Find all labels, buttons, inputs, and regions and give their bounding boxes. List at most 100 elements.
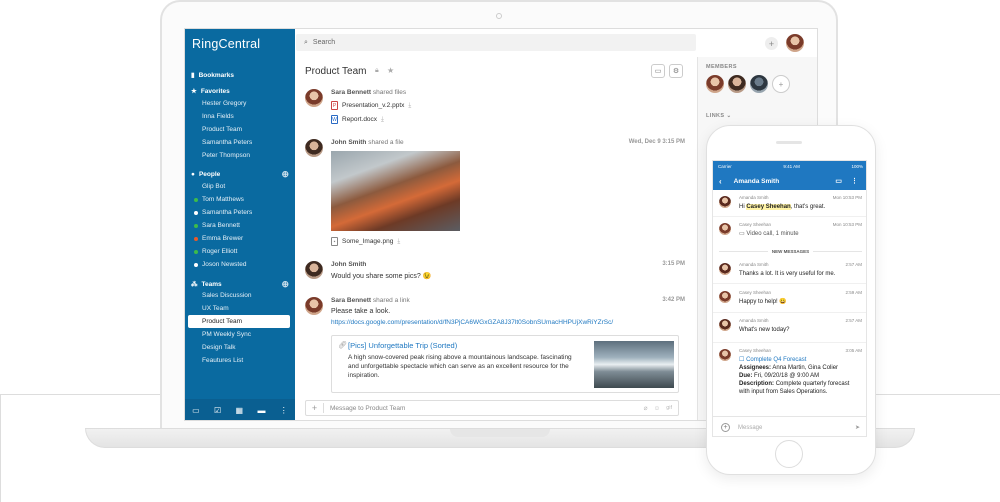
back-chevron-icon[interactable]: ‹ — [719, 177, 722, 186]
paperclip-icon[interactable]: ⌀ — [644, 404, 648, 412]
section-teams[interactable]: ⁂ Teams ⊕ — [191, 279, 289, 290]
sidebar-item-team[interactable]: Sales Discussion — [202, 292, 252, 299]
sidebar-item-person[interactable]: Emma Brewer — [194, 235, 243, 242]
video-call-icon: ▭ — [739, 231, 745, 237]
link-preview-title[interactable]: [Pics] Unforgettable Trip (Sorted) — [348, 341, 457, 350]
message-author: John Smith — [331, 139, 367, 146]
download-icon[interactable]: ⤓ — [381, 116, 384, 124]
message: John Smith shared a file Wed, Dec 9 3:15… — [305, 139, 685, 254]
send-icon[interactable]: ➤ — [855, 424, 860, 431]
avatar — [719, 196, 731, 208]
phone-message-time: 2:57 AM — [845, 262, 862, 267]
wink-emoji: 😉 — [422, 273, 432, 280]
sidebar-item-favorite[interactable]: Hester Gregory — [202, 100, 246, 107]
phone-message-time: 2:57 AM — [845, 318, 862, 323]
message-composer[interactable]: + Message to Product Team ⌀ ☺ gif — [305, 400, 679, 416]
member-avatar[interactable] — [728, 75, 746, 93]
link-preview-description: A high snow-covered peak rising above a … — [348, 354, 572, 379]
sidebar-item-team[interactable]: Design Talk — [202, 344, 235, 351]
video-call-button[interactable]: ▭ — [651, 64, 665, 78]
person-icon: ● — [191, 171, 195, 178]
attachment[interactable]: P Presentation_v.2.pptx ⤓ — [331, 101, 411, 110]
sidebar-item-team[interactable]: Feautures List — [202, 357, 243, 364]
phone-message-time: 2:59 AM — [845, 290, 862, 295]
sidebar-item-person[interactable]: Roger Elliott — [194, 248, 237, 255]
shared-link[interactable]: https://docs.google.com/presentation/d/f… — [331, 319, 613, 326]
message: John Smith 3:15 PM Would you share some … — [305, 261, 685, 289]
presence-dot — [194, 236, 198, 241]
download-icon[interactable]: ⤓ — [397, 238, 400, 246]
phone-chat-title[interactable]: Amanda Smith — [734, 178, 780, 185]
search-icon: ⌕ — [304, 38, 308, 46]
attach-plus-icon[interactable]: + — [306, 403, 324, 413]
phone-composer[interactable]: + Message ➤ — [713, 416, 866, 436]
sidebar-item-person[interactable]: Sara Bennett — [194, 222, 240, 229]
task-due: Fri, 09/20/18 @ 9:00 AM — [754, 373, 820, 379]
add-icon[interactable]: + — [721, 423, 730, 432]
member-avatar[interactable] — [750, 75, 768, 93]
attachment[interactable]: ▪ Some_Image.png ⤓ — [331, 237, 400, 246]
message-author: Sara Bennett — [331, 89, 372, 96]
add-member-icon[interactable]: + — [772, 75, 790, 93]
avatar — [305, 297, 323, 315]
sidebar-item-team-selected[interactable]: Product Team — [202, 318, 242, 325]
chevron-down-icon: ⌄ — [726, 113, 732, 119]
section-favorites[interactable]: ★ Favorites — [191, 87, 230, 96]
mention-highlight[interactable]: Casey Sheehan — [746, 204, 791, 210]
sidebar-item-favorite[interactable]: Samantha Peters — [202, 139, 252, 146]
gif-icon[interactable]: gif — [666, 405, 672, 411]
user-avatar[interactable] — [786, 34, 804, 52]
phone-status-bar: Carrier 9:41 AM 100% — [713, 161, 866, 172]
presence-dot — [194, 262, 198, 267]
links-label[interactable]: LINKS ⌄ — [706, 113, 731, 119]
task-checkbox-icon[interactable]: ☐ — [739, 357, 744, 363]
task-title[interactable]: ☐ Complete Q4 Forecast — [739, 356, 806, 364]
sidebar-item-person[interactable]: Samantha Peters — [194, 209, 252, 216]
search-input[interactable]: ⌕ Search — [296, 34, 696, 51]
more-icon[interactable]: ⋮ — [851, 177, 858, 185]
phone-message-time: 3:05 AM — [845, 348, 862, 353]
more-icon[interactable]: ⋮ — [280, 406, 288, 415]
sidebar-item-person[interactable]: Tom Matthews — [194, 196, 244, 203]
laptop-camera — [496, 13, 502, 19]
download-icon[interactable]: ⤓ — [408, 102, 411, 110]
add-team-icon[interactable]: ⊕ — [281, 279, 289, 290]
sidebar-item-person[interactable]: Glip Bot — [202, 183, 225, 190]
inbox-icon[interactable]: ▭ — [192, 406, 200, 415]
phone-home-button[interactable] — [775, 440, 803, 468]
sidebar-item-favorite[interactable]: Product Team — [202, 126, 242, 133]
pptx-file-icon: P — [331, 101, 338, 110]
tasks-icon[interactable]: ☑ — [214, 406, 221, 415]
lock-icon: 🔒︎ — [375, 67, 379, 74]
settings-button[interactable]: ⚙ — [669, 64, 683, 78]
shared-image-thumbnail[interactable] — [331, 151, 460, 231]
sidebar-item-favorite[interactable]: Inna Fields — [202, 113, 234, 120]
phone-speaker — [776, 141, 802, 144]
add-person-icon[interactable]: ⊕ — [281, 169, 289, 180]
message-time: 3:42 PM — [662, 297, 685, 303]
calendar-icon[interactable]: ▦ — [236, 406, 244, 415]
attachment[interactable]: W Report.docx ⤓ — [331, 115, 384, 124]
new-action-button[interactable]: + — [765, 37, 778, 50]
video-icon[interactable]: ▭ — [835, 177, 842, 185]
presence-dot — [194, 223, 198, 228]
sidebar-bottom-bar: ▭ ☑ ▦ ▬ ⋮ — [185, 399, 295, 420]
section-people[interactable]: ● People ⊕ — [191, 169, 289, 180]
sidebar-item-favorite[interactable]: Peter Thompson — [202, 152, 250, 159]
favorite-star-icon[interactable]: ★ — [387, 66, 394, 75]
folder-icon[interactable]: ▬ — [257, 406, 265, 415]
bookmark-icon: ▮ — [191, 72, 195, 79]
phone-screen: Carrier 9:41 AM 100% ‹ Amanda Smith ▭ ⋮ … — [712, 160, 867, 437]
sidebar-item-team[interactable]: PM Weekly Sync — [202, 331, 251, 338]
sidebar-bookmarks[interactable]: ▮ Bookmarks — [191, 71, 234, 80]
sidebar-item-team[interactable]: UX Team — [202, 305, 229, 312]
image-file-icon: ▪ — [331, 237, 338, 246]
emoji-icon[interactable]: ☺ — [654, 405, 661, 412]
phone-message: Amanda Smith 2:57 AM Thanks a lot. It is… — [713, 258, 866, 284]
sidebar-item-person[interactable]: Joson Newsted — [194, 261, 246, 268]
avatar — [719, 263, 731, 275]
phone-message-text: Happy to help! 😀 — [739, 299, 787, 305]
battery-level: 100% — [851, 164, 863, 169]
link-preview-card[interactable]: 🔗︎ [Pics] Unforgettable Trip (Sorted) A … — [331, 335, 679, 393]
member-avatar[interactable] — [706, 75, 724, 93]
